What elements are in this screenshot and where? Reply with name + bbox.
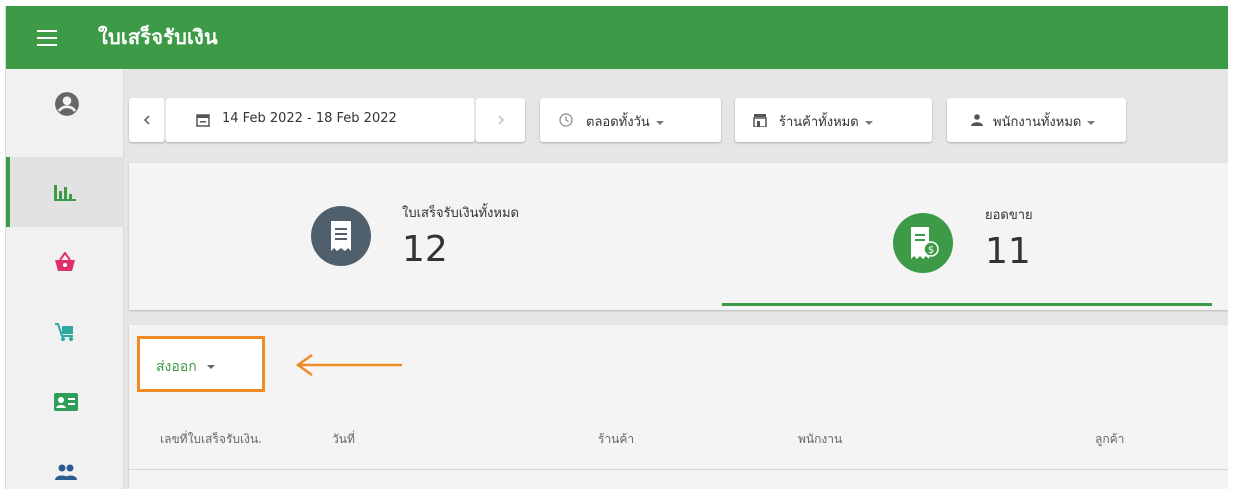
arrow-left-icon: [296, 354, 402, 376]
receipts-stat-label: ใบเสร็จรับเงินทั้งหมด: [402, 206, 519, 221]
account-circle-icon: [55, 92, 79, 116]
chevron-down-icon: [206, 365, 215, 369]
export-highlight-box: ส่งออก: [137, 336, 265, 392]
clock-icon: [559, 113, 573, 127]
summary-card: ใบเสร็จรับเงินทั้งหมด 12 $ ยอดขาย 11: [129, 163, 1228, 310]
date-prev-button[interactable]: [129, 98, 165, 142]
employee-filter-dropdown[interactable]: พนักงานทั้งหมด: [947, 98, 1126, 142]
rail-item-items[interactable]: [6, 227, 123, 297]
date-next-button[interactable]: [475, 98, 525, 142]
calendar-icon: [196, 114, 210, 127]
chevron-down-icon: [1087, 120, 1096, 125]
chevron-left-icon: [143, 115, 150, 125]
store-filter-dropdown[interactable]: ร้านค้าทั้งหมด: [735, 98, 932, 142]
export-label: ส่งออก: [156, 359, 197, 375]
contact-card-icon: [54, 393, 78, 411]
nav-rail: [6, 69, 124, 489]
sales-stat-value: 11: [985, 231, 1031, 272]
employee-filter-label: พนักงานทั้งหมด: [993, 115, 1082, 130]
svg-text:$: $: [928, 245, 934, 256]
sales-receipt-icon: $: [893, 213, 953, 273]
menu-icon[interactable]: [37, 30, 57, 46]
receipts-stat-value: 12: [402, 229, 448, 270]
store-icon: [753, 114, 767, 127]
column-header-store[interactable]: ร้านค้า: [598, 430, 634, 449]
receipt-icon: [311, 206, 371, 266]
sales-stat-label: ยอดขาย: [985, 208, 1033, 223]
app-bar: ใบเสร็จรับเงิน: [6, 6, 1228, 69]
bar-chart-icon: [54, 185, 76, 201]
receipts-table-card: [129, 325, 1228, 489]
date-range-label: 14 Feb 2022 - 18 Feb 2022: [222, 111, 397, 126]
export-button[interactable]: ส่งออก: [156, 356, 215, 378]
app-frame: ใบเสร็จรับเงิน 14 Feb 2022 - 18 Feb 2022: [5, 6, 1228, 489]
rail-item-account[interactable]: [6, 69, 123, 139]
rail-item-reports[interactable]: [6, 157, 123, 227]
table-header-divider: [129, 469, 1228, 470]
column-header-receipt-no[interactable]: เลขที่ใบเสร็จรับเงิน.: [160, 430, 262, 449]
chevron-down-icon: [864, 120, 873, 125]
chevron-down-icon: [655, 120, 664, 125]
rail-item-customers[interactable]: [6, 367, 123, 437]
people-icon: [55, 464, 77, 480]
column-header-date[interactable]: วันที่: [332, 430, 355, 449]
column-header-employee[interactable]: พนักงาน: [798, 430, 842, 449]
chevron-right-icon: [498, 115, 505, 125]
cart-icon: [55, 323, 73, 341]
column-header-customer[interactable]: ลูกค้า: [1095, 430, 1124, 449]
page-title: ใบเสร็จรับเงิน: [98, 25, 218, 49]
date-range-picker[interactable]: 14 Feb 2022 - 18 Feb 2022: [165, 98, 475, 142]
time-filter-dropdown[interactable]: ตลอดทั้งวัน: [540, 98, 721, 142]
person-icon: [971, 114, 983, 126]
shopping-basket-icon: [55, 252, 75, 271]
rail-item-cart[interactable]: [6, 297, 123, 367]
store-filter-label: ร้านค้าทั้งหมด: [779, 115, 859, 130]
active-tab-indicator: [722, 303, 1212, 306]
rail-item-staff[interactable]: [6, 437, 123, 489]
time-filter-label: ตลอดทั้งวัน: [586, 115, 650, 130]
